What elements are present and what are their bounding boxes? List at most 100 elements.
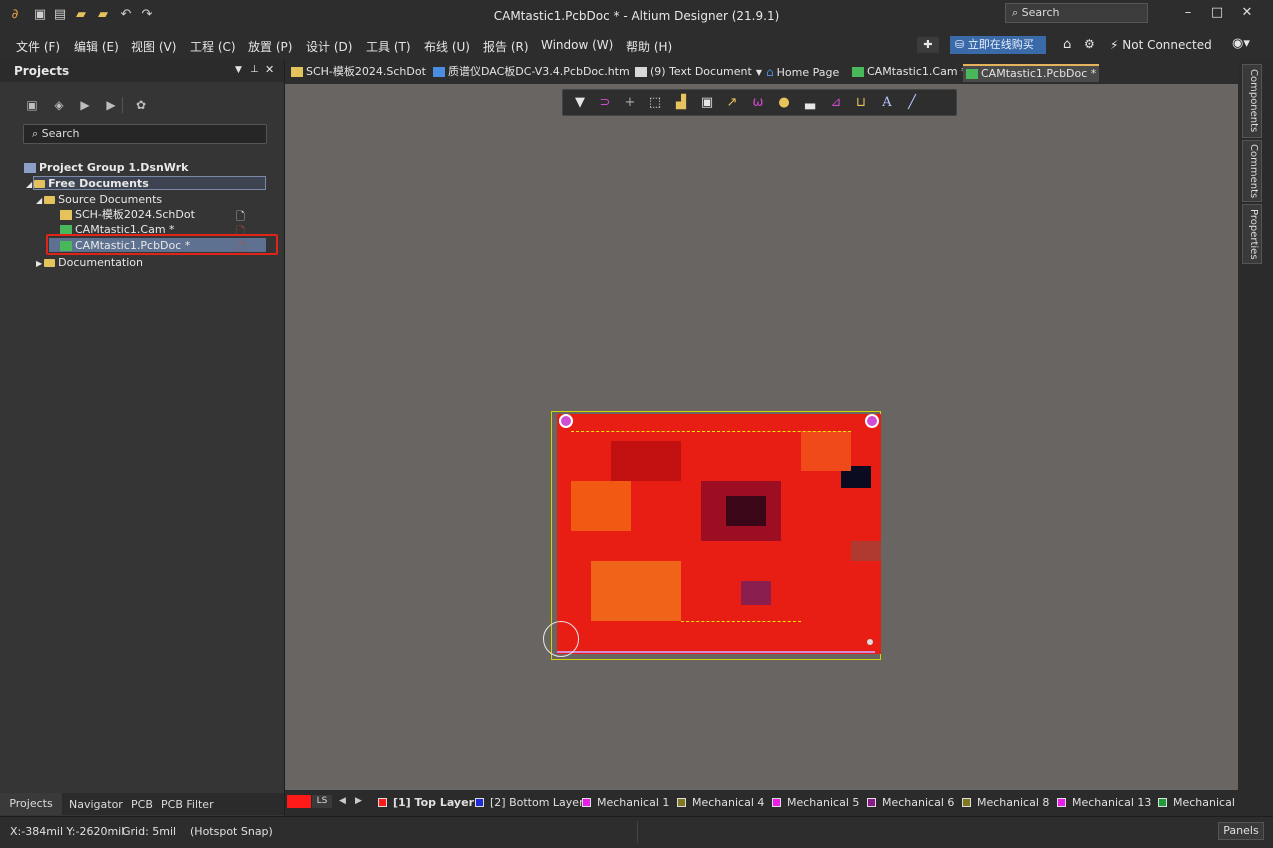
layer-label: [1] Top Layer bbox=[393, 796, 474, 809]
align-icon[interactable]: ▟ bbox=[673, 95, 689, 111]
menu-view[interactable]: 视图 (V) bbox=[131, 38, 176, 55]
doc-tab-schdot[interactable]: SCH-模板2024.SchDot bbox=[291, 64, 426, 80]
dimension-icon[interactable]: ⊔ bbox=[853, 95, 869, 111]
component-icon[interactable]: ▣ bbox=[699, 95, 715, 111]
doc-tab-text[interactable]: (9) Text Document ▼ bbox=[635, 64, 762, 80]
polygon-icon[interactable]: ▃ bbox=[802, 95, 818, 111]
layer-tab-mech1[interactable]: Mechanical 1 bbox=[582, 796, 669, 809]
menu-help[interactable]: 帮助 (H) bbox=[626, 38, 672, 55]
tree-item-documentation[interactable]: ▶ Documentation bbox=[36, 256, 143, 270]
project-options-icon[interactable]: ✿ bbox=[134, 98, 148, 112]
menu-project[interactable]: 工程 (C) bbox=[190, 38, 236, 55]
layer-tab-mech6[interactable]: Mechanical 6 bbox=[867, 796, 954, 809]
tab-comments[interactable]: Comments bbox=[1242, 140, 1262, 202]
panels-button[interactable]: Panels bbox=[1218, 822, 1264, 840]
interactive-route-icon[interactable]: ↗ bbox=[724, 95, 740, 111]
filter-icon[interactable]: ▼ bbox=[572, 95, 588, 111]
home-icon[interactable]: ⌂ bbox=[1063, 37, 1071, 52]
current-layer-swatch[interactable] bbox=[287, 795, 311, 808]
layer-set-button[interactable]: LS bbox=[312, 795, 332, 808]
menu-reports[interactable]: 报告 (R) bbox=[483, 38, 529, 55]
copper-region bbox=[801, 431, 851, 471]
disconnected-icon: ⚡ bbox=[1110, 38, 1123, 52]
tab-projects[interactable]: Projects bbox=[0, 793, 62, 815]
doc-tab-htm[interactable]: 质谱仪DAC板DC-V3.4.PcbDoc.htm bbox=[433, 64, 630, 80]
copper-region-dark bbox=[726, 496, 766, 526]
menu-route[interactable]: 布线 (U) bbox=[424, 38, 470, 55]
schematic-doc-icon bbox=[60, 210, 72, 220]
doc-tab-cam[interactable]: CAMtastic1.Cam * bbox=[852, 64, 967, 80]
gear-icon[interactable]: ⚙ bbox=[1084, 37, 1095, 51]
connection-status[interactable]: ⚡ Not Connected bbox=[1110, 38, 1212, 52]
global-search-input[interactable]: ⌕ Search bbox=[1005, 3, 1148, 23]
pcb-doc-icon bbox=[966, 69, 978, 79]
copper-region bbox=[741, 581, 771, 605]
via-icon[interactable]: ● bbox=[776, 95, 792, 111]
trace-line bbox=[571, 431, 851, 432]
layer-color-swatch bbox=[677, 798, 686, 807]
layer-tab-mech8[interactable]: Mechanical 8 bbox=[962, 796, 1049, 809]
remove-document-icon[interactable]: ▶ bbox=[104, 98, 118, 112]
close-panel-icon[interactable]: ✕ bbox=[265, 63, 274, 76]
expand-arrow-icon: ◢ bbox=[26, 180, 33, 189]
layer-tab-mech[interactable]: Mechanical bbox=[1158, 796, 1235, 809]
board-edge-mechanical bbox=[557, 651, 875, 653]
snap-mode: (Hotspot Snap) bbox=[190, 825, 273, 838]
layer-tab-top[interactable]: [1] Top Layer bbox=[378, 796, 474, 809]
maximize-button[interactable]: □ bbox=[1206, 4, 1228, 22]
close-window-button[interactable]: ✕ bbox=[1236, 4, 1258, 22]
origin-marker-icon bbox=[543, 621, 579, 657]
collapse-arrow-icon: ▶ bbox=[36, 259, 43, 268]
tab-components[interactable]: Components bbox=[1242, 64, 1262, 138]
buy-online-button[interactable]: ⛁ 立即在线购买 bbox=[950, 36, 1046, 54]
tab-properties[interactable]: Properties bbox=[1242, 204, 1262, 264]
keepout-icon[interactable]: ⊿ bbox=[828, 95, 844, 111]
line-icon[interactable]: ╱ bbox=[904, 95, 920, 111]
tree-item-source-documents[interactable]: ◢ Source Documents bbox=[36, 193, 162, 207]
search-icon: ⌕ bbox=[32, 127, 42, 140]
route-icon[interactable]: ⊃ bbox=[597, 95, 613, 111]
doc-tab-pcbdoc-active[interactable]: CAMtastic1.PcbDoc * bbox=[963, 64, 1100, 82]
tree-item-project-group[interactable]: Project Group 1.DsnWrk bbox=[24, 161, 188, 174]
menu-design[interactable]: 设计 (D) bbox=[306, 38, 352, 55]
layer-color-swatch bbox=[475, 798, 484, 807]
layer-tab-mech13[interactable]: Mechanical 13 bbox=[1057, 796, 1151, 809]
compile-icon[interactable]: ◈ bbox=[52, 98, 66, 112]
tab-pcb-filter[interactable]: PCB Filter bbox=[161, 798, 214, 811]
menu-file[interactable]: 文件 (F) bbox=[16, 38, 60, 55]
menu-window[interactable]: Window (W) bbox=[541, 38, 613, 52]
pin-icon[interactable]: ⊥ bbox=[250, 64, 259, 75]
doc-tab-home-label: Home Page bbox=[776, 66, 840, 79]
menu-place[interactable]: 放置 (P) bbox=[248, 38, 292, 55]
user-account-icon[interactable]: ◉▾ bbox=[1232, 36, 1250, 51]
layer-label: Mechanical bbox=[1173, 796, 1235, 809]
document-tabs: SCH-模板2024.SchDot 质谱仪DAC板DC-V3.4.PcbDoc.… bbox=[285, 60, 1238, 84]
pcb-canvas[interactable]: ▼ ⊃ + ⬚ ▟ ▣ ↗ ω ● ▃ ⊿ ⊔ A ╱ bbox=[285, 84, 1238, 790]
menu-tools[interactable]: 工具 (T) bbox=[366, 38, 411, 55]
tab-pcb[interactable]: PCB bbox=[131, 798, 153, 811]
doc-tab-home[interactable]: ⌂ Home Page bbox=[766, 64, 839, 80]
chat-icon[interactable]: ✚ bbox=[917, 37, 939, 53]
text-icon[interactable]: A bbox=[879, 95, 895, 111]
layer-color-swatch bbox=[772, 798, 781, 807]
diff-pair-icon[interactable]: ω bbox=[750, 95, 766, 111]
documentation-label: Documentation bbox=[58, 256, 143, 269]
layer-label: Mechanical 5 bbox=[787, 796, 860, 809]
save-project-icon[interactable]: ▣ bbox=[25, 98, 39, 112]
layer-tab-mech4[interactable]: Mechanical 4 bbox=[677, 796, 764, 809]
select-rect-icon[interactable]: ⬚ bbox=[647, 95, 663, 111]
minimize-button[interactable]: – bbox=[1177, 4, 1199, 22]
scroll-left-icon[interactable]: ◀ bbox=[339, 796, 346, 806]
projects-search-input[interactable]: ⌕ Search bbox=[23, 124, 267, 144]
add-document-icon[interactable]: ▶ bbox=[78, 98, 92, 112]
menu-edit[interactable]: 编辑 (E) bbox=[74, 38, 119, 55]
title-bar: ∂ ▣ ▤ ▰ ▰ ↶ ↷ CAMtastic1.PcbDoc * - Alti… bbox=[0, 0, 1273, 32]
place-cross-icon[interactable]: + bbox=[622, 95, 638, 111]
panel-menu-icon[interactable]: ▼ bbox=[235, 65, 242, 75]
pcb-board[interactable] bbox=[543, 411, 881, 660]
tab-navigator[interactable]: Navigator bbox=[69, 798, 123, 811]
layer-tab-mech5[interactable]: Mechanical 5 bbox=[772, 796, 859, 809]
tree-item-schdot[interactable]: SCH-模板2024.SchDot bbox=[60, 208, 195, 221]
scroll-right-icon[interactable]: ▶ bbox=[355, 796, 362, 806]
layer-tab-bottom[interactable]: [2] Bottom Layer bbox=[475, 796, 584, 809]
